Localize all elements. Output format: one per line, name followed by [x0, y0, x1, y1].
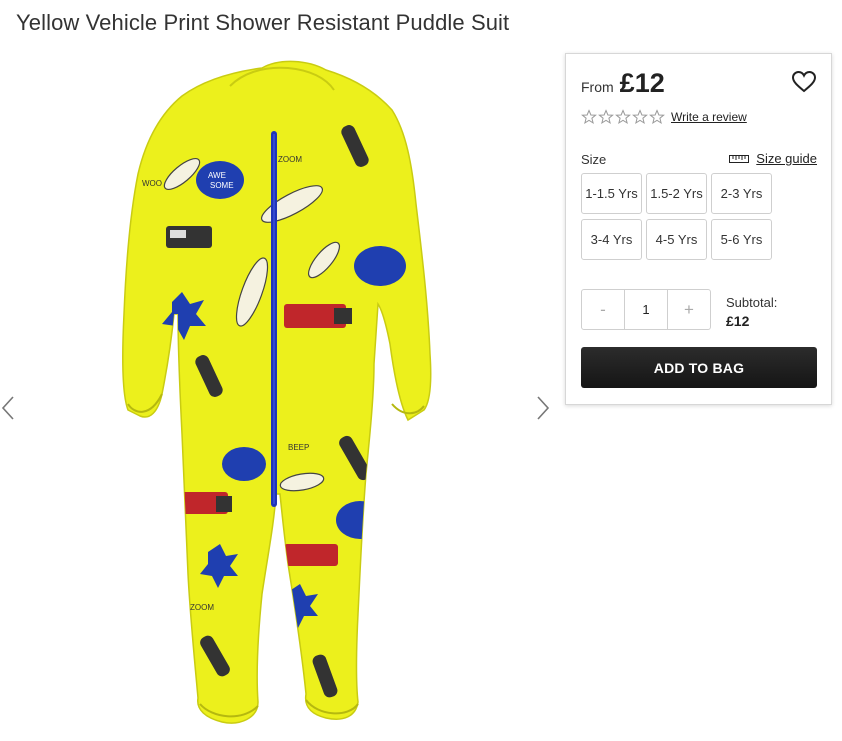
size-option[interactable]: 5-6 Yrs	[711, 219, 772, 260]
size-option[interactable]: 3-4 Yrs	[581, 219, 642, 260]
star-empty-icon	[581, 109, 597, 124]
svg-text:ZOOM: ZOOM	[278, 155, 302, 164]
product-gallery: AWE SOME ZOOM WOO BEEP ZOOM	[0, 48, 560, 741]
star-empty-icon	[649, 109, 665, 124]
svg-text:SOME: SOME	[210, 181, 234, 190]
heart-icon[interactable]	[791, 70, 817, 94]
write-review-link[interactable]: Write a review	[671, 110, 747, 124]
rating-row: Write a review	[581, 109, 747, 125]
svg-text:BEEP: BEEP	[288, 443, 309, 452]
svg-text:ZOOM: ZOOM	[190, 603, 214, 612]
svg-text:AWE: AWE	[208, 171, 226, 180]
price: £12	[619, 68, 665, 98]
size-label: Size	[581, 152, 607, 167]
purchase-panel: From £12 Write a review Size Size guide …	[565, 53, 832, 405]
ruler-icon	[729, 154, 750, 163]
add-to-bag-button[interactable]: ADD TO BAG	[581, 347, 817, 388]
svg-text:WOO: WOO	[142, 179, 162, 188]
chevron-right-icon[interactable]	[535, 395, 551, 421]
subtotal: Subtotal: £12	[726, 293, 777, 331]
subtotal-label: Subtotal:	[726, 295, 778, 310]
size-option[interactable]: 4-5 Yrs	[646, 219, 707, 260]
size-option[interactable]: 1-1.5 Yrs	[581, 173, 642, 214]
size-guide-label: Size guide	[756, 151, 817, 166]
price-prefix: From	[581, 79, 614, 95]
product-image: AWESOME ZOOM WOO BEEP ZOOM	[122, 60, 432, 724]
quantity-decrease-button[interactable]: -	[582, 290, 624, 329]
star-empty-icon	[598, 109, 614, 124]
chevron-left-icon[interactable]	[0, 395, 16, 421]
size-option[interactable]: 2-3 Yrs	[711, 173, 772, 214]
subtotal-value: £12	[726, 313, 750, 329]
quantity-increase-button[interactable]: +	[668, 290, 710, 329]
size-option[interactable]: 1.5-2 Yrs	[646, 173, 707, 214]
quantity-input[interactable]: 1	[624, 290, 668, 329]
price-row: From £12	[581, 68, 665, 99]
star-empty-icon	[615, 109, 631, 124]
star-empty-icon	[632, 109, 648, 124]
product-title: Yellow Vehicle Print Shower Resistant Pu…	[16, 10, 510, 35]
size-options: 1-1.5 Yrs 1.5-2 Yrs 2-3 Yrs 3-4 Yrs 4-5 …	[581, 173, 776, 260]
quantity-stepper: - 1 +	[581, 289, 711, 330]
size-guide-link[interactable]: Size guide	[729, 151, 817, 166]
